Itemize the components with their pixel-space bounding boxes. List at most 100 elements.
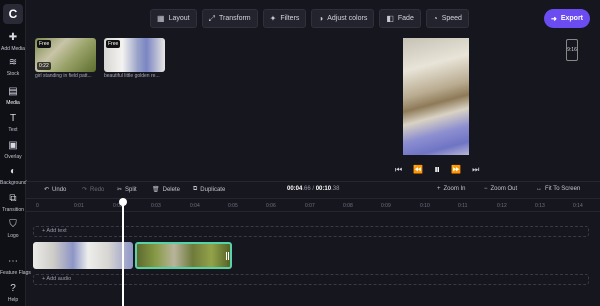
sidebar-item-label: Text — [8, 127, 18, 133]
export-button[interactable]: ➜ Export — [544, 9, 590, 28]
add-text-label: + Add text — [42, 228, 67, 234]
transform-button[interactable]: ⤢ Transform — [201, 9, 258, 28]
trash-icon: 🗑 — [152, 187, 160, 193]
total-time-fraction: .38 — [331, 186, 340, 192]
more-icon: ⋯ — [8, 256, 18, 267]
sidebar-item-background[interactable]: ◐ Background — [0, 166, 27, 186]
redo-label: Redo — [90, 186, 105, 193]
split-label: Split — [125, 186, 137, 193]
layout-icon: ▦ — [157, 14, 165, 23]
sidebar-item-label: Media — [6, 100, 20, 106]
redo-icon: ↷ — [82, 187, 88, 193]
speed-icon: ◔ — [432, 14, 438, 23]
total-time: 00:10 — [315, 186, 332, 192]
sidebar-item-transition[interactable]: ⧉ Transition — [0, 193, 26, 213]
video-clip-field[interactable] — [135, 242, 232, 269]
video-preview[interactable] — [403, 38, 469, 155]
undo-label: Undo — [52, 186, 67, 193]
timeline-edit-bar: ↶ Undo ↷ Redo ✂ Split 🗑 Delete ⧉ Duplica… — [26, 181, 600, 198]
zoom-in-label: Zoom In — [443, 186, 466, 192]
layout-label: Layout — [168, 15, 190, 22]
fast-forward-icon[interactable]: ⏩ — [451, 165, 461, 174]
layers-icon: ▣ — [8, 140, 18, 151]
sidebar-item-text[interactable]: T Text — [0, 113, 26, 133]
video-clip-dog[interactable] — [33, 242, 133, 269]
ruler-tick: 0:01 — [74, 203, 84, 209]
media-caption-1: girl standing in field patt... — [35, 73, 92, 79]
export-label: Export — [560, 15, 584, 22]
ruler-tick: 0:11 — [458, 203, 468, 209]
transform-label: Transform — [219, 15, 251, 22]
undo-button[interactable]: ↶ Undo — [44, 186, 67, 194]
file-icon: ▤ — [8, 86, 18, 97]
plus-icon: + — [437, 186, 441, 192]
ruler-tick: 0:04 — [190, 203, 200, 209]
database-icon: ≋ — [8, 57, 18, 68]
layout-button[interactable]: ▦ Layout — [150, 9, 197, 28]
redo-button[interactable]: ↷ Redo — [82, 186, 105, 194]
sidebar-item-media[interactable]: ▤ Media — [0, 86, 26, 106]
fade-button[interactable]: ◧ Fade — [379, 9, 421, 28]
timeline-ruler[interactable]: 0 0:01 0:02 0:03 0:04 0:05 0:06 0:07 0:0… — [26, 198, 600, 212]
palette-icon: ◐ — [9, 166, 17, 177]
ruler-tick: 0:07 — [305, 203, 315, 209]
media-thumbnail-2[interactable]: Free — [104, 38, 165, 72]
rewind-icon[interactable]: ⏪ — [413, 165, 423, 174]
sidebar-item-label: Help — [7, 297, 19, 303]
sidebar-item-label: Feature Flags — [0, 270, 31, 276]
split-button[interactable]: ✂ Split — [117, 186, 137, 194]
sidebar-item-label: Add Media — [1, 46, 25, 52]
zoom-out-label: Zoom Out — [490, 186, 518, 192]
trim-handle-icon[interactable] — [226, 252, 229, 260]
ruler-tick: 0:03 — [151, 203, 161, 209]
sparkle-icon: ✦ — [269, 14, 277, 23]
fade-label: Fade — [397, 15, 414, 22]
speed-button[interactable]: ◔ Speed — [425, 9, 469, 28]
sidebar-item-label: Background — [0, 180, 27, 186]
plus-icon: ✚ — [8, 32, 18, 43]
sidebar-item-label: Transition — [2, 207, 24, 213]
zoom-in-button[interactable]: + Zoom In — [437, 186, 466, 192]
sidebar-item-add-media[interactable]: ✚ Add Media — [0, 32, 26, 52]
delete-button[interactable]: 🗑 Delete — [152, 186, 180, 194]
add-audio-track[interactable]: + Add audio — [33, 274, 589, 285]
app-logo[interactable]: C — [3, 4, 23, 24]
zoom-out-button[interactable]: − Zoom Out — [484, 186, 517, 192]
sidebar-item-overlay[interactable]: ▣ Overlay — [0, 140, 26, 160]
sidebar-item-stock[interactable]: ≋ Stock — [0, 57, 26, 77]
undo-icon: ↶ — [44, 187, 50, 193]
duplicate-button[interactable]: ⧉ Duplicate — [193, 186, 225, 193]
media-caption-2: beautiful little golden re... — [104, 73, 160, 79]
adjust-colors-button[interactable]: ◑ Adjust colors — [311, 9, 375, 28]
fit-to-screen-button[interactable]: ↔ Fit To Screen — [536, 186, 580, 192]
current-time-fraction: .66 — [302, 186, 311, 192]
fit-icon: ↔ — [536, 186, 542, 192]
edit-toolbar: ▦ Layout ⤢ Transform ✦ Filters ◑ Adjust … — [150, 9, 469, 28]
playhead-line[interactable] — [122, 199, 124, 306]
playhead-handle[interactable] — [119, 198, 127, 206]
ruler-tick: 0:05 — [228, 203, 238, 209]
scissors-icon: ✂ — [117, 187, 123, 193]
adjust-icon: ◑ — [318, 14, 324, 23]
duration-badge: 0:22 — [37, 62, 51, 70]
add-text-track[interactable]: + Add text — [33, 226, 589, 237]
speed-label: Speed — [441, 15, 462, 22]
sidebar-item-feature-flags[interactable]: ⋯ Feature Flags — [0, 256, 31, 276]
current-time: 00:04 — [287, 186, 303, 192]
ruler-tick: 0:12 — [497, 203, 507, 209]
sidebar-item-help[interactable]: ? Help — [0, 283, 26, 303]
time-readout: 00:04.66 / 00:10.38 — [287, 186, 339, 192]
pause-icon[interactable]: ⏸ — [434, 162, 440, 177]
skip-start-icon[interactable]: ⏮ — [395, 165, 402, 175]
shield-icon: ⛉ — [9, 219, 17, 230]
skip-end-icon[interactable]: ⏭ — [472, 165, 479, 175]
duplicate-label: Duplicate — [200, 186, 226, 193]
ruler-tick: 0 — [36, 203, 39, 209]
aspect-ratio-button[interactable]: 9:16 — [566, 39, 578, 61]
media-thumbnail-1[interactable]: Free 0:22 — [35, 38, 96, 72]
ruler-tick: 0:06 — [266, 203, 276, 209]
sidebar-item-label: Stock — [6, 71, 20, 77]
transform-icon: ⤢ — [208, 13, 215, 23]
filters-button[interactable]: ✦ Filters — [262, 9, 307, 28]
sidebar-item-logo[interactable]: ⛉ Logo — [0, 219, 26, 239]
